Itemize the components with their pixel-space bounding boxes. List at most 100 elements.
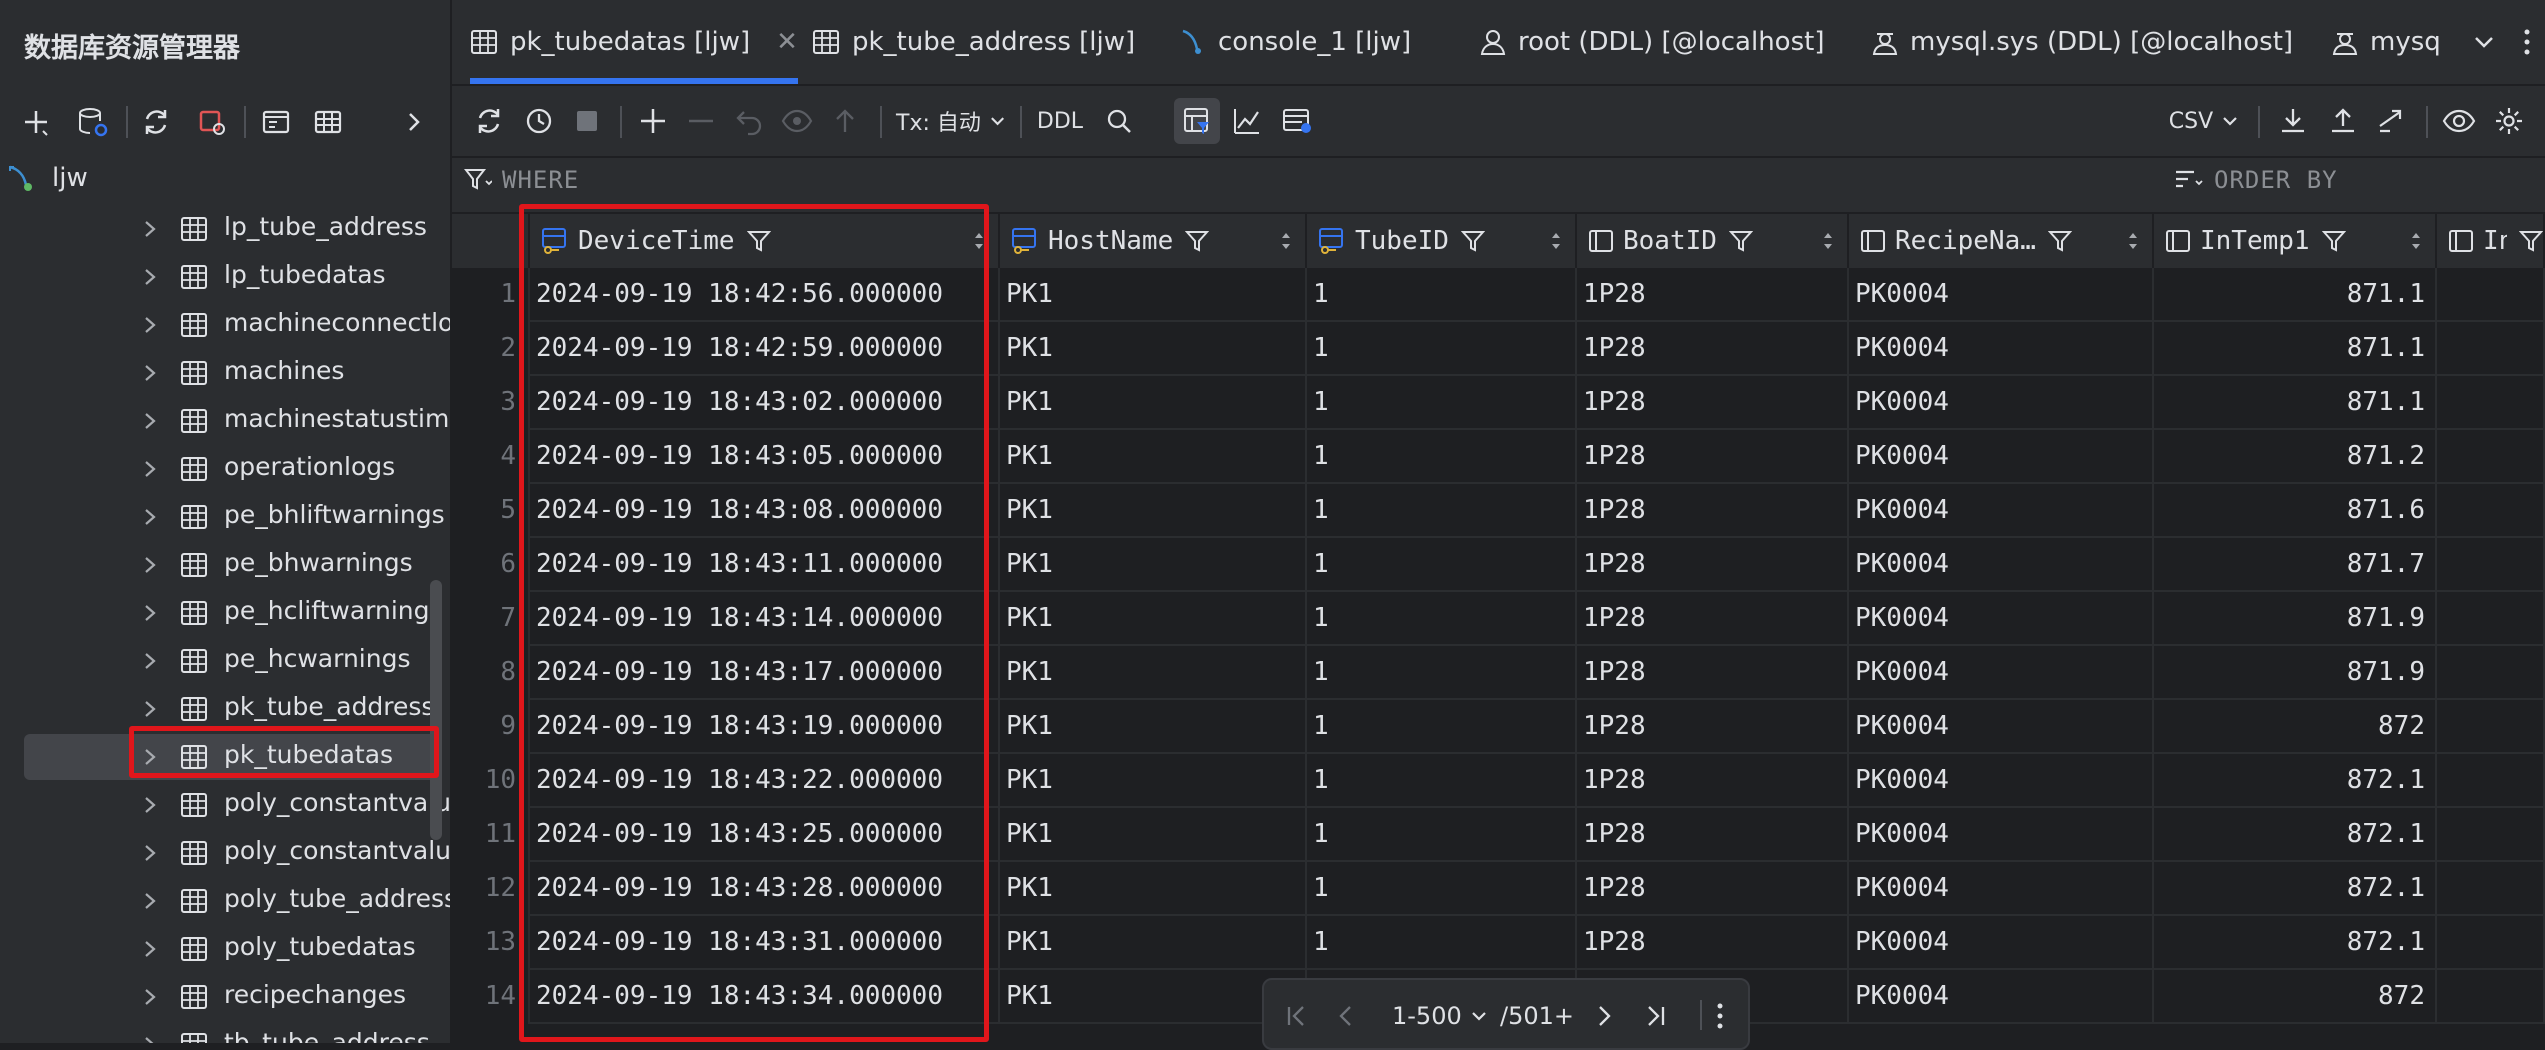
tab-mysql[interactable]: mysq — [2332, 0, 2464, 84]
history-button[interactable] — [516, 98, 562, 144]
chevron-right-icon[interactable] — [142, 458, 158, 480]
chevron-right-icon[interactable] — [142, 746, 158, 768]
cell-recipe[interactable]: PK0004 — [1849, 538, 2154, 592]
column-header-intemp1[interactable]: InTemp1 — [2154, 214, 2437, 268]
sidebar-item-pk-tubedatas[interactable]: pk_tubedatas — [24, 734, 440, 780]
disconnect-icon[interactable] — [190, 100, 234, 144]
query-console-icon[interactable] — [254, 100, 298, 144]
cell-recipe[interactable]: PK0004 — [1849, 322, 2154, 376]
cell-boat[interactable]: 1P28 — [1577, 862, 1849, 916]
cell-host[interactable]: PK1 — [1000, 322, 1307, 376]
cell-intemp-next[interactable] — [2437, 484, 2545, 538]
row-count[interactable]: /501+ — [1500, 996, 1574, 1036]
filter-icon[interactable] — [1460, 229, 1485, 253]
cell-host[interactable]: PK1 — [1000, 430, 1307, 484]
tab-root-ddl[interactable]: root (DDL) [@localhost] — [1480, 0, 1824, 84]
cell-host[interactable]: PK1 — [1000, 592, 1307, 646]
cell-intemp-next[interactable] — [2437, 754, 2545, 808]
tab-pk-tubedatas[interactable]: pk_tubedatas [ljw] ✕ — [470, 0, 798, 84]
cell-temp[interactable]: 871.9 — [2154, 646, 2437, 700]
sidebar-item-pe-hcwarnings[interactable]: pe_hcwarnings — [24, 638, 440, 684]
cell-tube[interactable]: 1 — [1307, 484, 1577, 538]
order-by-input[interactable]: ORDER BY — [2174, 166, 2338, 194]
preview-changes-button[interactable] — [774, 98, 820, 144]
cell-time[interactable]: 2024-09-19 18:43:02.000000 — [530, 376, 1000, 430]
cell-time[interactable]: 2024-09-19 18:43:22.000000 — [530, 754, 1000, 808]
close-icon[interactable]: ✕ — [776, 27, 798, 57]
sidebar-item-poly-constantvalue[interactable]: poly_constantvalue — [24, 782, 450, 828]
column-header-boatid[interactable]: BoatID — [1577, 214, 1849, 268]
cell-temp[interactable]: 872 — [2154, 970, 2437, 1024]
cell-time[interactable]: 2024-09-19 18:43:28.000000 — [530, 862, 1000, 916]
cell-recipe[interactable]: PK0004 — [1849, 700, 2154, 754]
cell-tube[interactable]: 1 — [1307, 430, 1577, 484]
view-settings-button[interactable] — [1274, 98, 1320, 144]
previous-page-button[interactable] — [1336, 996, 1354, 1036]
sort-icon[interactable] — [1549, 230, 1563, 252]
cell-tube[interactable]: 1 — [1307, 754, 1577, 808]
cell-temp[interactable]: 871.6 — [2154, 484, 2437, 538]
cell-time[interactable]: 2024-09-19 18:42:56.000000 — [530, 268, 1000, 322]
tab-mysql-sys-ddl[interactable]: mysql.sys (DDL) [@localhost] — [1872, 0, 2293, 84]
export-data-button[interactable] — [2270, 98, 2316, 144]
cell-recipe[interactable]: PK0004 — [1849, 862, 2154, 916]
cell-host[interactable]: PK1 — [1000, 970, 1307, 1024]
cell-tube[interactable]: 1 — [1307, 916, 1577, 970]
cell-recipe[interactable]: PK0004 — [1849, 484, 2154, 538]
cell-recipe[interactable]: PK0004 — [1849, 754, 2154, 808]
tab-pk-tube-address[interactable]: pk_tube_address [ljw] — [812, 0, 1135, 84]
sidebar-item-machineconnectlog[interactable]: machineconnectlog — [24, 302, 450, 348]
cell-intemp-next[interactable] — [2437, 268, 2545, 322]
cell-tube[interactable]: 1 — [1307, 322, 1577, 376]
cell-boat[interactable]: 1P28 — [1577, 430, 1849, 484]
page-size-dropdown[interactable]: 1-500 — [1392, 996, 1488, 1036]
cell-intemp-next[interactable] — [2437, 592, 2545, 646]
cell-recipe[interactable]: PK0004 — [1849, 916, 2154, 970]
sidebar-item-machines[interactable]: machines — [24, 350, 440, 396]
sort-icon[interactable] — [972, 230, 986, 252]
cell-tube[interactable]: 1 — [1307, 700, 1577, 754]
data-source-properties-icon[interactable] — [70, 100, 114, 144]
refresh-icon[interactable] — [134, 100, 178, 144]
cell-boat[interactable]: 1P28 — [1577, 268, 1849, 322]
ddl-button[interactable]: DDL — [1032, 98, 1088, 144]
cell-intemp-next[interactable] — [2437, 970, 2545, 1024]
cell-temp[interactable]: 872.1 — [2154, 862, 2437, 916]
cell-temp[interactable]: 872.1 — [2154, 808, 2437, 862]
cell-boat[interactable]: 1P28 — [1577, 646, 1849, 700]
sidebar-item-tb-tube-address[interactable]: tb_tube_address — [24, 1022, 440, 1043]
cell-time[interactable]: 2024-09-19 18:43:08.000000 — [530, 484, 1000, 538]
cell-host[interactable]: PK1 — [1000, 700, 1307, 754]
cell-time[interactable]: 2024-09-19 18:43:14.000000 — [530, 592, 1000, 646]
cell-temp[interactable]: 872.1 — [2154, 916, 2437, 970]
filter-icon[interactable] — [2519, 229, 2543, 253]
cell-host[interactable]: PK1 — [1000, 376, 1307, 430]
cell-tube[interactable]: 1 — [1307, 592, 1577, 646]
cell-intemp-next[interactable] — [2437, 916, 2545, 970]
more-options-button[interactable] — [2522, 0, 2532, 84]
chevron-right-icon[interactable] — [142, 506, 158, 528]
cell-time[interactable]: 2024-09-19 18:43:25.000000 — [530, 808, 1000, 862]
cell-temp[interactable]: 871.7 — [2154, 538, 2437, 592]
transaction-mode-dropdown[interactable]: Tx: 自动 — [896, 98, 1006, 144]
sort-icon[interactable] — [1279, 230, 1293, 252]
filter-toggle-button[interactable] — [1174, 98, 1220, 144]
reload-button[interactable] — [466, 98, 512, 144]
cell-boat[interactable]: 1P28 — [1577, 376, 1849, 430]
table-row[interactable]: 2 2024-09-19 18:42:59.000000 PK1 1 1P28 PK000… — [452, 322, 2545, 376]
paginator-more-button[interactable] — [1716, 996, 1724, 1036]
cell-host[interactable]: PK1 — [1000, 808, 1307, 862]
settings-button[interactable] — [2486, 98, 2532, 144]
cell-temp[interactable]: 871.1 — [2154, 268, 2437, 322]
table-row[interactable]: 7 2024-09-19 18:43:14.000000 PK1 1 1P28 PK000… — [452, 592, 2545, 646]
cell-tube[interactable]: 1 — [1307, 646, 1577, 700]
cell-temp[interactable]: 871.9 — [2154, 592, 2437, 646]
cell-intemp-next[interactable] — [2437, 808, 2545, 862]
sidebar-item-poly-tube-address[interactable]: poly_tube_address — [24, 878, 450, 924]
stop-button[interactable] — [564, 98, 610, 144]
submit-button[interactable] — [822, 98, 868, 144]
table-row[interactable]: 3 2024-09-19 18:43:02.000000 PK1 1 1P28 PK000… — [452, 376, 2545, 430]
sidebar-item-machinestatustime[interactable]: machinestatustime — [24, 398, 450, 444]
sidebar-item-pe-bhwarnings[interactable]: pe_bhwarnings — [24, 542, 440, 588]
cell-recipe[interactable]: PK0004 — [1849, 268, 2154, 322]
